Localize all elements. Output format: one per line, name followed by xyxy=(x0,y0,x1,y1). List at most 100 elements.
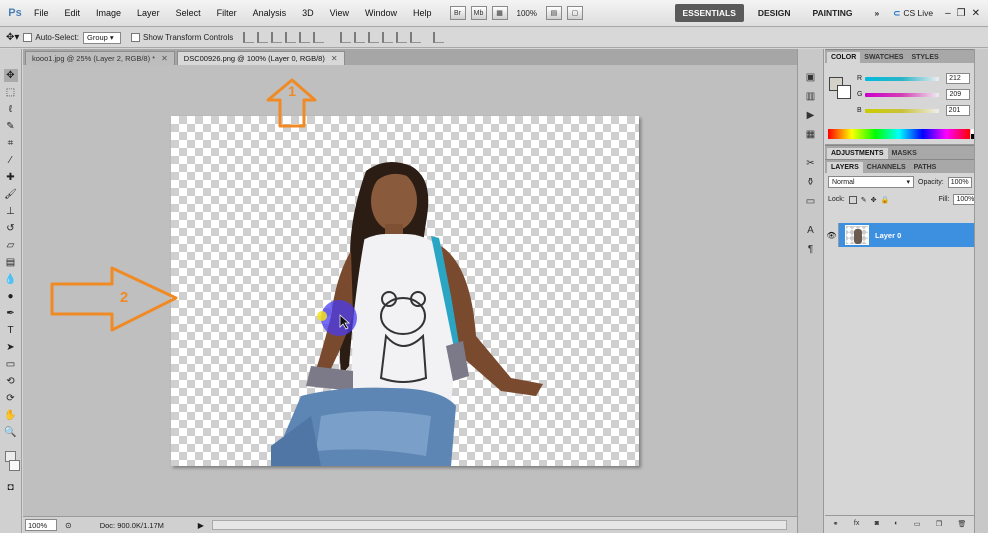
screen-mode-button[interactable]: ▢ xyxy=(566,6,583,20)
cs-live-button[interactable]: ⊂ CS Live xyxy=(893,8,939,19)
menu-file[interactable]: File xyxy=(26,8,57,18)
menu-edit[interactable]: Edit xyxy=(57,8,89,18)
close-icon[interactable]: ✕ xyxy=(331,54,338,63)
zoom-tool-icon[interactable]: 🔍 xyxy=(4,426,18,439)
menu-image[interactable]: Image xyxy=(88,8,129,18)
zoom-level-select[interactable]: 100% xyxy=(513,9,541,18)
quick-select-tool-icon[interactable]: ✎ xyxy=(4,120,18,133)
distribute-top-icon[interactable] xyxy=(340,32,352,43)
align-left-icon[interactable] xyxy=(285,32,297,43)
new-layer-icon[interactable]: ❐ xyxy=(936,520,942,528)
type-tool-icon[interactable]: T xyxy=(4,324,18,337)
3d-rotate-tool-icon[interactable]: ⟲ xyxy=(4,375,18,388)
menu-filter[interactable]: Filter xyxy=(209,8,245,18)
launch-minibridge-button[interactable]: Mb xyxy=(470,6,487,20)
new-group-icon[interactable]: ▭ xyxy=(914,520,921,528)
brush-tool-icon[interactable]: 🖌 xyxy=(4,188,18,201)
gradient-tool-icon[interactable]: ▤ xyxy=(4,256,18,269)
workspace-essentials[interactable]: ESSENTIALS xyxy=(674,4,744,22)
tab-swatches[interactable]: SWATCHES xyxy=(860,52,907,63)
canvas-background[interactable] xyxy=(23,65,797,516)
green-slider[interactable] xyxy=(865,92,940,97)
tab-channels[interactable]: CHANNELS xyxy=(863,162,910,173)
menu-3d[interactable]: 3D xyxy=(294,8,322,18)
blend-mode-select[interactable]: Normal ▾ xyxy=(828,176,914,188)
tab-adjustments[interactable]: ADJUSTMENTS xyxy=(827,148,888,159)
3d-orbit-tool-icon[interactable]: ⟳ xyxy=(4,392,18,405)
actions-icon[interactable]: ▶ xyxy=(804,109,818,122)
tab-dsc00926[interactable]: DSC00926.png @ 100% (Layer 0, RGB/8) ✕ xyxy=(176,51,345,65)
close-icon[interactable]: ✕ xyxy=(161,54,168,63)
layer-style-icon[interactable]: fx xyxy=(854,520,859,527)
history-brush-tool-icon[interactable]: ↺ xyxy=(4,222,18,235)
lasso-tool-icon[interactable]: ℓ xyxy=(4,103,18,116)
navigator-icon[interactable]: ▦ xyxy=(804,128,818,141)
layer-name[interactable]: Layer 0 xyxy=(875,231,901,240)
align-bottom-icon[interactable] xyxy=(271,32,283,43)
tab-paths[interactable]: PATHS xyxy=(910,162,941,173)
marquee-tool-icon[interactable]: ⬚ xyxy=(4,86,18,99)
status-menu-icon[interactable]: ⊙ xyxy=(65,521,72,530)
add-mask-icon[interactable]: ◙ xyxy=(875,520,879,527)
background-color-swatch[interactable] xyxy=(9,460,20,471)
lock-transparent-icon[interactable] xyxy=(848,195,857,204)
align-right-icon[interactable] xyxy=(313,32,325,43)
image-canvas[interactable] xyxy=(171,116,639,466)
quick-mask-icon[interactable]: ◘ xyxy=(4,481,18,494)
healing-brush-tool-icon[interactable]: ✚ xyxy=(4,171,18,184)
minimize-icon[interactable]: – xyxy=(945,8,951,19)
color-spectrum-bar[interactable] xyxy=(828,129,970,139)
auto-align-icon[interactable] xyxy=(433,32,445,43)
auto-select-option[interactable]: Auto-Select: xyxy=(23,33,79,42)
distribute-left-icon[interactable] xyxy=(382,32,394,43)
align-vcenter-icon[interactable] xyxy=(257,32,269,43)
blue-slider[interactable] xyxy=(864,108,939,113)
menu-analysis[interactable]: Analysis xyxy=(245,8,295,18)
paragraph-icon[interactable]: ¶ xyxy=(804,243,818,256)
distribute-vcenter-icon[interactable] xyxy=(354,32,366,43)
shape-tool-icon[interactable]: ▭ xyxy=(4,358,18,371)
panels-scrollbar[interactable] xyxy=(974,49,988,533)
path-select-tool-icon[interactable]: ➤ xyxy=(4,341,18,354)
workspace-painting[interactable]: PAINTING xyxy=(804,4,860,22)
distribute-bottom-icon[interactable] xyxy=(368,32,380,43)
menu-layer[interactable]: Layer xyxy=(129,8,168,18)
layer-row[interactable]: 👁 Layer 0 xyxy=(825,223,974,247)
move-tool-icon[interactable]: ✥ xyxy=(3,69,18,82)
move-tool-preset-icon[interactable]: ✥▾ xyxy=(6,32,19,43)
auto-select-dropdown[interactable]: Group ▾ xyxy=(82,31,121,44)
status-arrow-icon[interactable]: ▶ xyxy=(198,521,204,530)
auto-select-checkbox[interactable] xyxy=(23,33,33,42)
show-transform-checkbox[interactable] xyxy=(130,33,140,42)
eraser-tool-icon[interactable]: ▱ xyxy=(4,239,18,252)
red-slider[interactable] xyxy=(865,76,940,81)
character-icon[interactable]: A xyxy=(804,224,818,237)
opacity-field[interactable]: 100% xyxy=(947,176,972,188)
blur-tool-icon[interactable]: 💧 xyxy=(4,273,18,286)
tab-layers[interactable]: LAYERS xyxy=(827,162,863,173)
menu-window[interactable]: Window xyxy=(357,8,405,18)
status-zoom-field[interactable]: 100% xyxy=(25,519,57,531)
lock-position-icon[interactable]: ✥ xyxy=(871,196,877,204)
eyedropper-tool-icon[interactable]: ⁄ xyxy=(4,154,18,167)
color-background-swatch[interactable] xyxy=(837,85,851,99)
tab-styles[interactable]: STYLES xyxy=(907,52,942,63)
launch-bridge-button[interactable]: Br xyxy=(449,6,466,20)
red-value-field[interactable]: 212 xyxy=(946,73,971,84)
align-top-icon[interactable] xyxy=(243,32,255,43)
dodge-tool-icon[interactable]: ● xyxy=(4,290,18,303)
distribute-right-icon[interactable] xyxy=(410,32,422,43)
lock-image-icon[interactable]: ✎ xyxy=(861,196,867,204)
workspace-design[interactable]: DESIGN xyxy=(750,4,799,22)
brush-presets-icon[interactable]: ✂ xyxy=(804,157,818,170)
menu-help[interactable]: Help xyxy=(405,8,440,18)
pen-tool-icon[interactable]: ✒ xyxy=(4,307,18,320)
green-value-field[interactable]: 209 xyxy=(946,89,971,100)
tab-kooo1[interactable]: kooo1.jpg @ 25% (Layer 2, RGB/8) * ✕ xyxy=(25,51,175,65)
close-icon[interactable]: ✕ xyxy=(972,8,980,19)
tab-masks[interactable]: MASKS xyxy=(888,148,921,159)
mini-bridge-icon[interactable]: ▣ xyxy=(804,71,818,84)
layer-thumbnail[interactable] xyxy=(845,225,869,245)
eye-icon[interactable]: 👁 xyxy=(825,223,839,247)
delete-layer-icon[interactable]: 🗑 xyxy=(957,520,966,528)
